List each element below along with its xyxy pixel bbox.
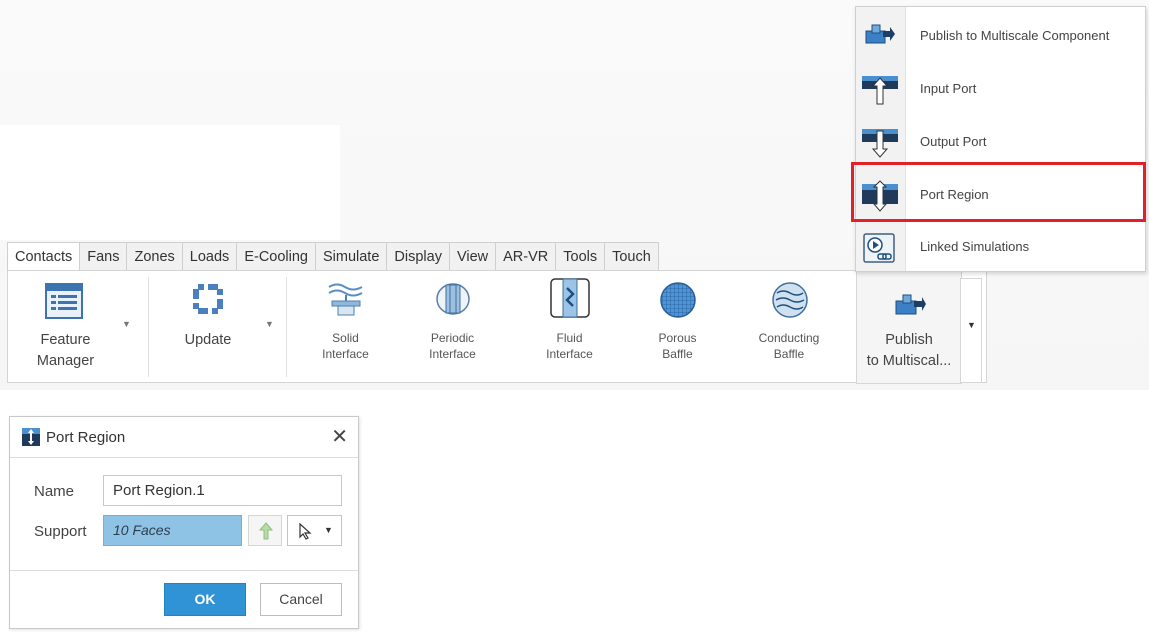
update-dropdown[interactable]: ▼ xyxy=(263,271,277,384)
publish-icon xyxy=(865,24,895,44)
show-support-button[interactable] xyxy=(248,515,282,546)
input-port-icon xyxy=(862,76,898,105)
menu-item-label: Linked Simulations xyxy=(920,239,1030,254)
periodic-interface-label-2: Interface xyxy=(429,347,476,361)
conducting-baffle-icon xyxy=(772,282,808,318)
publish-dropdown-button[interactable]: ▼ xyxy=(960,278,982,383)
workspace-panel xyxy=(0,125,340,240)
fluid-interface-button[interactable]: Fluid Interface xyxy=(522,271,617,384)
dialog-title: Port Region xyxy=(46,429,126,446)
cursor-icon xyxy=(299,523,312,540)
dialog-divider xyxy=(10,570,358,571)
periodic-interface-icon xyxy=(436,283,470,315)
menu-item-linked-simulations[interactable]: Linked Simulations xyxy=(856,220,1147,273)
selection-mode-button[interactable]: ▼ xyxy=(287,515,342,546)
update-icon xyxy=(193,284,223,314)
tab-loads[interactable]: Loads xyxy=(181,242,237,271)
chevron-down-icon: ▼ xyxy=(265,319,274,329)
port-region-dialog: Port Region ✕ Name Port Region.1 Support… xyxy=(9,416,359,629)
close-icon[interactable]: ✕ xyxy=(331,424,348,449)
solid-interface-label-1: Solid xyxy=(332,331,359,345)
publish-label-2: to Multiscal... xyxy=(866,353,952,369)
ribbon-tab-bar: Contacts Fans Zones Loads E-Cooling Simu… xyxy=(7,241,659,271)
tab-display[interactable]: Display xyxy=(386,242,449,271)
dialog-divider xyxy=(10,457,358,458)
port-region-icon xyxy=(22,428,40,446)
tab-fans[interactable]: Fans xyxy=(79,242,127,271)
periodic-interface-label-1: Periodic xyxy=(430,331,475,345)
tab-tools[interactable]: Tools xyxy=(555,242,605,271)
ribbon-panel: Feature Manager ▼ Update ▼ Solid Interfa… xyxy=(7,270,987,384)
tab-simulate[interactable]: Simulate xyxy=(314,242,387,271)
ribbon-separator xyxy=(286,277,287,377)
conducting-baffle-label-1: Conducting xyxy=(758,331,820,345)
linked-simulations-icon xyxy=(863,233,895,263)
tab-ar-vr[interactable]: AR-VR xyxy=(495,242,556,271)
tab-zones[interactable]: Zones xyxy=(126,242,182,271)
menu-item-label: Publish to Multiscale Component xyxy=(920,28,1110,43)
publish-icon xyxy=(895,294,926,315)
name-input[interactable]: Port Region.1 xyxy=(103,475,342,506)
conducting-baffle-button[interactable]: Conducting Baffle xyxy=(740,271,838,384)
menu-item-publish-to-multiscale-component[interactable]: Publish to Multiscale Component xyxy=(856,9,1147,62)
fluid-interface-label-2: Interface xyxy=(546,347,593,361)
support-label: Support xyxy=(34,523,87,540)
feature-manager-label-2: Manager xyxy=(36,353,95,369)
conducting-baffle-label-2: Baffle xyxy=(773,347,805,361)
name-label: Name xyxy=(34,483,75,500)
chevron-down-icon: ▼ xyxy=(967,320,976,330)
menu-item-output-port[interactable]: Output Port xyxy=(856,115,1147,168)
chevron-down-icon: ▼ xyxy=(122,319,131,329)
periodic-interface-button[interactable]: Periodic Interface xyxy=(405,271,500,384)
update-label: Update xyxy=(184,332,232,348)
fluid-interface-label-1: Fluid xyxy=(556,331,583,345)
solid-interface-button[interactable]: Solid Interface xyxy=(298,271,393,384)
update-button[interactable]: Update xyxy=(158,271,258,384)
porous-baffle-icon xyxy=(660,282,696,318)
feature-manager-button[interactable]: Feature Manager xyxy=(18,271,113,384)
ribbon-separator xyxy=(148,277,149,377)
porous-baffle-label-2: Baffle xyxy=(662,347,693,361)
tab-contacts[interactable]: Contacts xyxy=(7,242,80,271)
tab-e-cooling[interactable]: E-Cooling xyxy=(236,242,315,271)
fluid-interface-icon xyxy=(550,278,590,318)
menu-item-label: Output Port xyxy=(920,134,987,149)
tab-view[interactable]: View xyxy=(448,242,496,271)
port-region-highlight-box xyxy=(851,162,1146,222)
publish-label-1: Publish xyxy=(885,332,933,348)
support-selection-field[interactable]: 10 Faces xyxy=(103,515,242,546)
porous-baffle-label-1: Porous xyxy=(658,331,697,345)
menu-item-input-port[interactable]: Input Port xyxy=(856,62,1147,115)
publish-dropdown-menu: Publish to Multiscale Component Input Po… xyxy=(855,6,1146,272)
feature-manager-label-1: Feature xyxy=(40,332,91,348)
porous-baffle-button[interactable]: Porous Baffle xyxy=(630,271,725,384)
solid-interface-label-2: Interface xyxy=(322,347,369,361)
feature-manager-dropdown[interactable]: ▼ xyxy=(120,271,134,384)
chevron-down-icon: ▼ xyxy=(324,525,333,535)
feature-manager-icon xyxy=(45,283,83,319)
tab-touch[interactable]: Touch xyxy=(604,242,659,271)
output-port-icon xyxy=(862,129,898,158)
solid-interface-icon xyxy=(328,283,363,316)
publish-to-multiscale-button[interactable]: Publish to Multiscal... xyxy=(856,270,962,384)
arrow-up-icon xyxy=(259,522,273,540)
ok-button[interactable]: OK xyxy=(164,583,246,616)
menu-item-label: Input Port xyxy=(920,81,977,96)
cancel-button[interactable]: Cancel xyxy=(260,583,342,616)
